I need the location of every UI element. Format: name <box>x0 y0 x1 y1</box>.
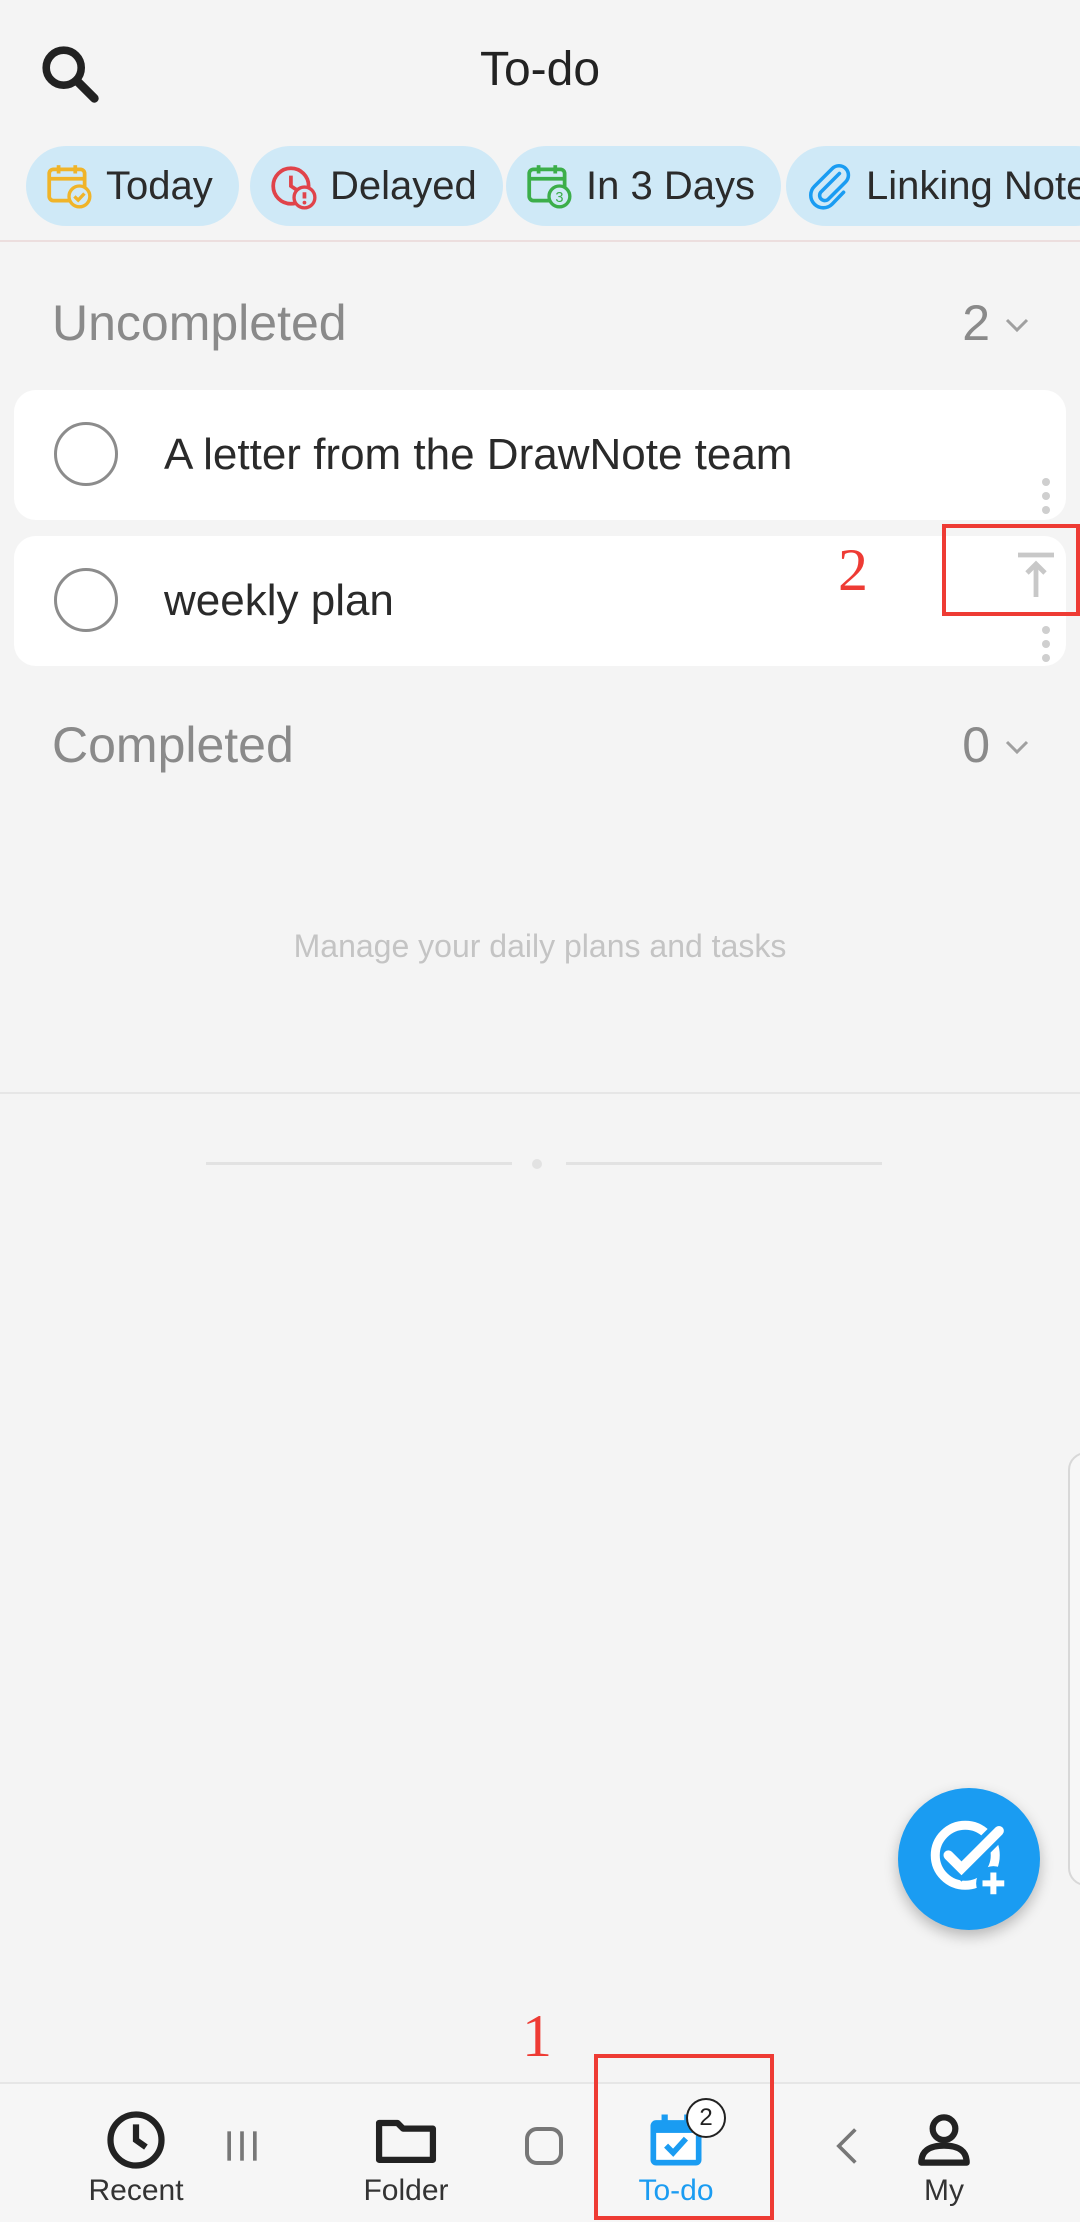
chip-delayed[interactable]: Delayed <box>250 146 503 226</box>
section-completed[interactable]: Completed 0 <box>52 716 1032 786</box>
nav-recent[interactable]: Recent <box>56 2084 216 2222</box>
bottom-nav: Recent Folder 2 To-do My <box>0 2082 1080 2222</box>
chip-today[interactable]: Today <box>26 146 239 226</box>
complete-checkbox[interactable] <box>54 568 118 632</box>
divider-dot <box>532 1159 542 1169</box>
chevron-down-icon <box>1005 318 1029 333</box>
home-icon[interactable] <box>520 2122 568 2170</box>
svg-text:3: 3 <box>555 190 563 206</box>
chip-linking-note[interactable]: Linking Note <box>786 146 1080 226</box>
add-todo-button[interactable] <box>898 1788 1040 1930</box>
edge-panel-handle[interactable] <box>1068 1452 1080 1886</box>
section-uncompleted[interactable]: Uncompleted 2 <box>52 294 1032 364</box>
annotation-box <box>594 2054 774 2220</box>
folder-icon <box>375 2119 437 2163</box>
annotation-box <box>942 524 1080 616</box>
page-title: To-do <box>479 43 601 96</box>
chip-label: Today <box>106 163 213 208</box>
chip-label: In 3 Days <box>586 163 755 208</box>
divider <box>0 240 1080 242</box>
complete-checkbox[interactable] <box>54 422 118 486</box>
paperclip-icon <box>809 163 851 210</box>
chip-label: Linking Note <box>866 163 1080 208</box>
clock-icon <box>107 2111 165 2169</box>
section-count: 0 <box>962 717 990 773</box>
annotation-number: 1 <box>522 2003 552 2069</box>
filter-chips: Today Delayed 3 In 3 Days Linking Note <box>0 146 1080 228</box>
chip-in-3-days[interactable]: 3 In 3 Days <box>506 146 781 226</box>
task-title: A letter from the DrawNote team <box>164 430 793 479</box>
empty-hint: Manage your daily plans and tasks <box>293 928 787 964</box>
task-title: weekly plan <box>164 576 394 625</box>
section-count: 2 <box>962 295 990 351</box>
person-icon <box>918 2114 970 2166</box>
app-header: To-do <box>0 0 1080 140</box>
more-icon[interactable] <box>1036 624 1056 664</box>
divider <box>206 1162 512 1165</box>
task-row[interactable]: weekly plan <box>14 536 1066 666</box>
check-plus-icon <box>930 1820 1011 1901</box>
section-label: Completed <box>52 717 294 773</box>
chevron-down-icon <box>1005 740 1029 755</box>
annotation-number: 2 <box>838 537 868 603</box>
nav-label: Recent <box>88 2174 184 2207</box>
more-icon[interactable] <box>1036 476 1056 516</box>
divider <box>566 1162 882 1165</box>
nav-my[interactable]: My <box>864 2084 1024 2222</box>
recent-apps-icon[interactable] <box>220 2124 264 2168</box>
nav-label: My <box>924 2174 964 2207</box>
task-row[interactable]: A letter from the DrawNote team <box>14 390 1066 520</box>
chip-label: Delayed <box>330 163 477 208</box>
nav-label: Folder <box>363 2174 449 2207</box>
nav-folder[interactable]: Folder <box>326 2084 486 2222</box>
divider <box>0 1092 1080 1094</box>
clock-alert-icon <box>271 166 317 210</box>
section-label: Uncompleted <box>52 295 347 351</box>
calendar-check-icon <box>47 165 92 209</box>
calendar-3-icon: 3 <box>527 165 572 209</box>
